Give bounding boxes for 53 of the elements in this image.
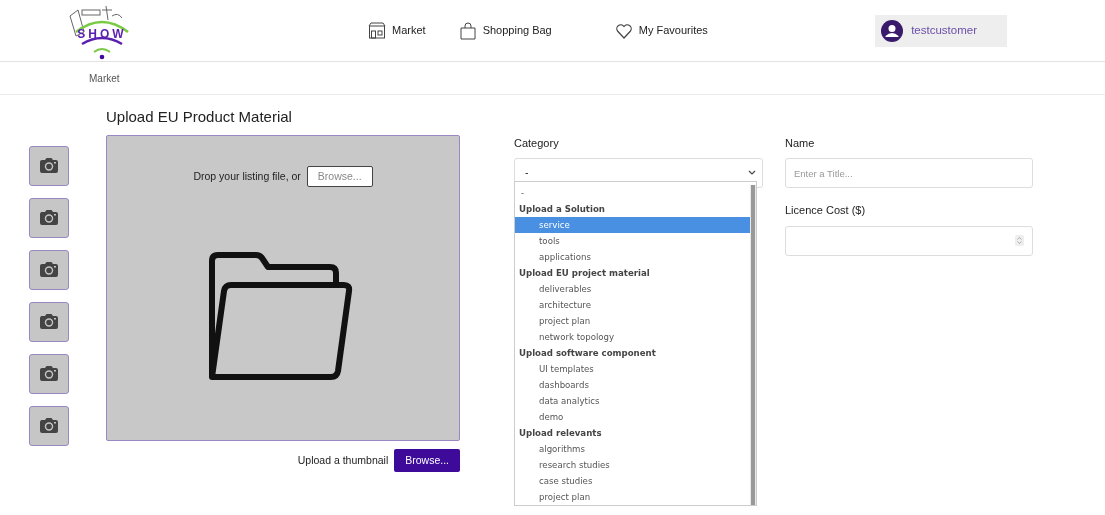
dropdown-option[interactable]: tools [515,232,750,249]
user-menu-button[interactable]: testcustomer [875,14,1007,47]
bag-icon [458,21,477,40]
dropdown-option[interactable]: architecture [515,296,750,313]
dropdown-option[interactable]: network topology [515,328,750,345]
camera-icon [39,261,59,278]
photo-slot-button[interactable] [29,249,69,290]
name-input[interactable]: Enter a Title... [785,158,1033,188]
nav-link[interactable]: Shopping Bag [458,21,552,40]
field-label: Name [785,135,816,151]
option-group-label: Upload a Solution [518,202,606,216]
avatar-icon [881,19,904,42]
dropdown-option[interactable]: project plan [515,312,750,329]
browse-button[interactable]: Browse... [394,448,460,473]
field-label: Category [514,135,560,151]
dropdown-option[interactable]: project plan [515,488,750,505]
photo-slot-button[interactable] [29,145,69,186]
option-group-label: Upload software component [518,346,657,360]
camera-icon [39,417,59,434]
drop-prompt: Drop your listing file, or [193,168,301,184]
thumbnail-label: Upload a thumbnail [297,452,389,468]
nav-link[interactable]: Market [368,21,426,40]
page-title: Upload EU Product Material [106,107,293,127]
camera-icon [39,209,59,226]
drop-zone[interactable]: Drop your listing file, or Browse... [106,134,460,441]
browse-button[interactable]: Browse... [306,165,373,188]
chevron-icon [748,170,756,176]
option-group-label: Upload relevants [518,426,603,440]
photo-slot-button[interactable] [29,353,69,394]
dropdown-option[interactable]: demo [515,408,750,425]
heart-icon [614,21,633,40]
option-group-label: Upload EU project material [518,266,651,280]
field-label: Licence Cost ($) [785,203,867,218]
breadcrumb-link[interactable]: Market [89,70,120,86]
dropdown-option[interactable]: data analytics [515,392,750,409]
dropdown-option[interactable]: algorithms [515,440,750,457]
nav-link[interactable]: My Favourites [614,21,708,40]
dropdown-option[interactable]: case studies [515,472,750,489]
dropdown-option[interactable]: research studies [515,456,750,473]
dropdown-option[interactable]: dashboards [515,376,750,393]
dropdown-option[interactable]: applications [515,248,750,265]
camera-icon [39,157,59,174]
dropdown-option[interactable]: UI templates [515,360,750,377]
scrollbar[interactable] [750,184,756,505]
camera-icon [39,313,59,330]
camera-icon [39,365,59,382]
dropdown-option[interactable]: deliverables [515,280,750,297]
photo-slot-button[interactable] [29,301,69,342]
photo-slot-button[interactable] [29,405,69,446]
photo-slot-button[interactable] [29,197,69,238]
store-icon [368,21,386,40]
logo: SHOW [62,1,142,60]
licence-cost-input[interactable] [785,225,1033,256]
